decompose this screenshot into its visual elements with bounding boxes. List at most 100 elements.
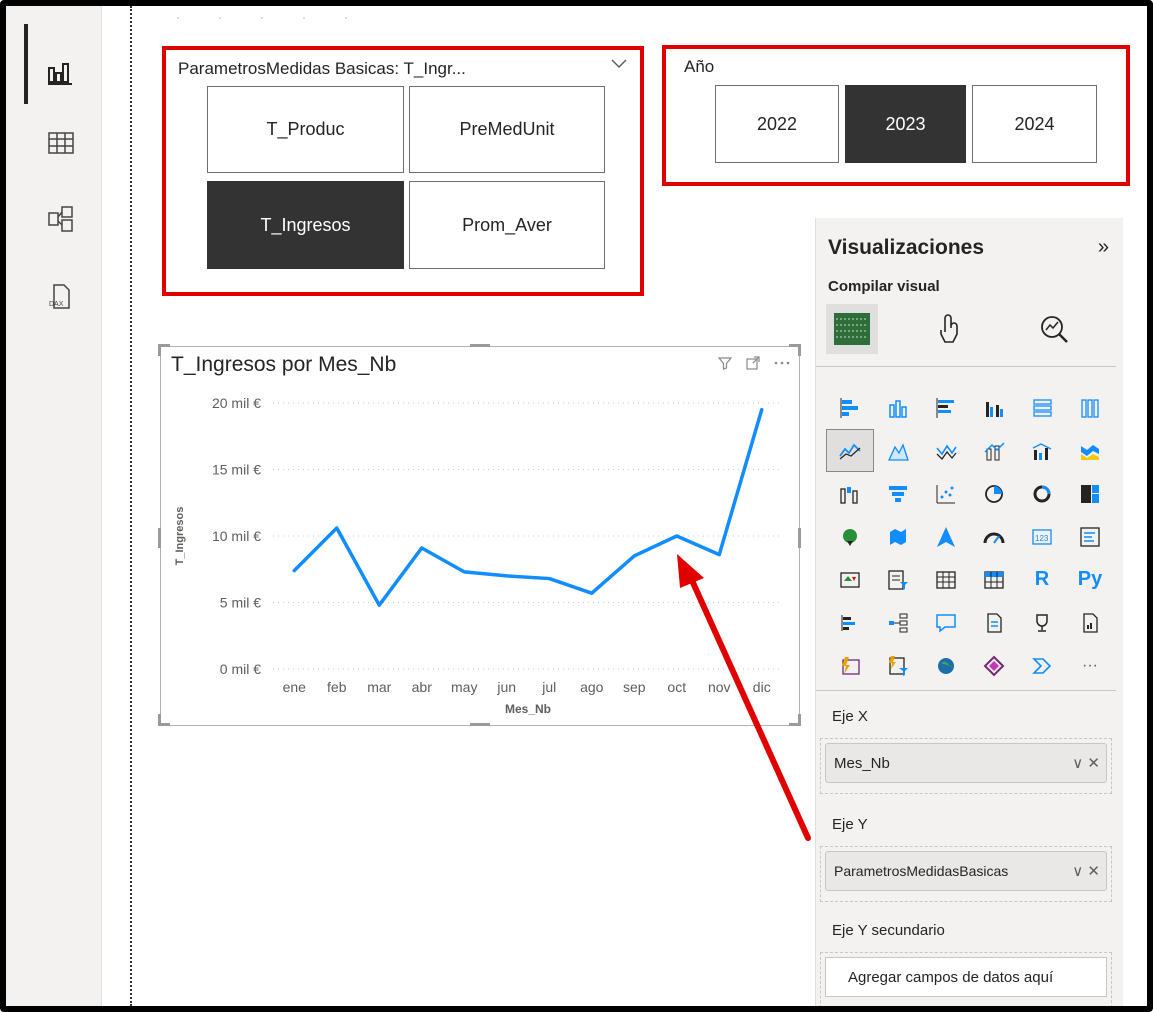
area-chart-icon[interactable]: [874, 429, 922, 472]
metrics-trophy-icon[interactable]: [1018, 601, 1066, 644]
y-tick-label: 10 mil €: [212, 528, 261, 544]
azure-map-icon[interactable]: [922, 515, 970, 558]
field-controls-chevron-close-icon[interactable]: ∨ ✕: [1072, 754, 1100, 772]
slicer-button-t-produc[interactable]: T_Produc: [207, 86, 404, 173]
arcgis-map-icon[interactable]: [922, 644, 970, 687]
dax-query-view-icon[interactable]: DAX: [46, 282, 76, 312]
qa-visual-icon[interactable]: [922, 601, 970, 644]
line-and-stacked-column-chart-icon[interactable]: [970, 429, 1018, 472]
y-axis-well-label: Eje Y: [832, 816, 868, 833]
chevron-visual-icon[interactable]: [1018, 644, 1066, 687]
left-nav-rail: DAX: [6, 6, 102, 1006]
slicer-button-prom-aver[interactable]: Prom_Aver: [409, 181, 605, 269]
x-tick-label: feb: [327, 679, 347, 695]
pane-divider: [816, 690, 1116, 691]
model-view-icon[interactable]: [46, 204, 76, 234]
y-axis-field-name: ParametrosMedidasBasicas: [834, 863, 1009, 879]
multi-row-card-icon[interactable]: [1066, 515, 1114, 558]
resize-handle[interactable]: [158, 528, 161, 548]
clustered-bar-chart-icon[interactable]: [922, 386, 970, 429]
funnel-chart-icon[interactable]: [874, 472, 922, 515]
parameter-slicer-title: ParametrosMedidas Basicas: T_Ingr...: [178, 59, 466, 78]
slicer-button-premedunit[interactable]: PreMedUnit: [409, 86, 605, 173]
100-stacked-column-chart-icon[interactable]: [1066, 386, 1114, 429]
y-tick-label: 5 mil €: [220, 595, 261, 611]
resize-handle[interactable]: [470, 344, 490, 347]
year-button-2024[interactable]: 2024: [972, 85, 1097, 163]
x-axis-title: Mes_Nb: [505, 702, 551, 716]
ribbon-chart-icon[interactable]: [1066, 429, 1114, 472]
stacked-bar-chart-icon[interactable]: [826, 386, 874, 429]
kpi-icon[interactable]: [826, 558, 874, 601]
x-tick-label: ago: [580, 679, 604, 695]
resize-handle[interactable]: [158, 344, 161, 356]
secondary-y-axis-well[interactable]: Agregar campos de datos aquí: [820, 952, 1112, 1008]
x-axis-field[interactable]: Mes_Nb ∨ ✕: [825, 743, 1107, 783]
field-controls-chevron-close-icon[interactable]: ∨ ✕: [1072, 862, 1100, 880]
chevron-down-icon[interactable]: [610, 58, 628, 70]
waterfall-chart-icon[interactable]: [826, 472, 874, 515]
line-chart-icon[interactable]: [826, 429, 874, 472]
resize-handle[interactable]: [798, 344, 801, 356]
gauge-icon[interactable]: [970, 515, 1018, 558]
key-influencers-icon[interactable]: [826, 601, 874, 644]
filled-map-icon[interactable]: [874, 515, 922, 558]
x-tick-label: ene: [283, 679, 307, 695]
canvas-page-border: [130, 6, 132, 1006]
power-apps-icon[interactable]: [826, 644, 874, 687]
x-tick-label: abr: [412, 679, 433, 695]
paginated-report-icon[interactable]: [1066, 601, 1114, 644]
scatter-chart-icon[interactable]: [922, 472, 970, 515]
donut-chart-icon[interactable]: [1018, 472, 1066, 515]
year-button-2022[interactable]: 2022: [715, 85, 839, 163]
format-visual-icon[interactable]: [924, 304, 976, 354]
build-visual-icon[interactable]: [826, 304, 878, 354]
year-button-2023[interactable]: 2023: [845, 85, 966, 163]
pane-divider: [816, 366, 1116, 367]
y-axis-title: T_Ingresos: [174, 507, 186, 566]
power-automate-icon[interactable]: [874, 644, 922, 687]
add-data-fields-placeholder[interactable]: Agregar campos de datos aquí: [825, 957, 1107, 997]
x-tick-label: jun: [496, 679, 516, 695]
slicer-button-t-ingresos[interactable]: T_Ingresos: [207, 181, 404, 269]
pane-title: Visualizaciones: [828, 236, 985, 259]
canvas-top-edge: [177, 17, 347, 19]
y-tick-label: 15 mil €: [212, 462, 261, 478]
clustered-column-chart-icon[interactable]: [970, 386, 1018, 429]
slicer-icon[interactable]: [874, 558, 922, 601]
card-icon[interactable]: 123: [1018, 515, 1066, 558]
stacked-column-chart-icon[interactable]: [874, 386, 922, 429]
stacked-area-chart-icon[interactable]: [922, 429, 970, 472]
100-stacked-bar-chart-icon[interactable]: [1018, 386, 1066, 429]
map-icon[interactable]: [826, 515, 874, 558]
y-tick-label: 20 mil €: [212, 395, 261, 411]
more-visuals-icon[interactable]: ···: [1066, 644, 1114, 687]
treemap-icon[interactable]: [1066, 472, 1114, 515]
r-script-visual-icon[interactable]: R: [1018, 558, 1066, 601]
resize-handle[interactable]: [470, 723, 490, 726]
decomposition-tree-icon[interactable]: [874, 601, 922, 644]
report-view-icon[interactable]: [46, 58, 76, 88]
resize-handle[interactable]: [158, 714, 161, 726]
svg-text:DAX: DAX: [49, 301, 64, 308]
expand-pane-icon[interactable]: »: [1098, 236, 1109, 259]
x-tick-label: mar: [367, 679, 391, 695]
x-tick-label: may: [451, 679, 477, 695]
x-axis-well[interactable]: Mes_Nb ∨ ✕: [820, 738, 1112, 794]
build-visual-label: Compilar visual: [828, 278, 940, 295]
y-tick-label: 0 mil €: [220, 661, 261, 677]
pie-chart-icon[interactable]: [970, 472, 1018, 515]
y-axis-well[interactable]: ParametrosMedidasBasicas ∨ ✕: [820, 846, 1112, 902]
x-tick-label: sep: [623, 679, 646, 695]
table-view-icon[interactable]: [46, 128, 76, 158]
x-axis-well-label: Eje X: [832, 708, 868, 725]
matrix-icon[interactable]: [970, 558, 1018, 601]
table-icon[interactable]: [922, 558, 970, 601]
python-visual-icon[interactable]: Py: [1066, 558, 1114, 601]
smart-narrative-icon[interactable]: [970, 601, 1018, 644]
y-axis-field[interactable]: ParametrosMedidasBasicas ∨ ✕: [825, 851, 1107, 891]
power-apps-diamond-icon[interactable]: [970, 644, 1018, 687]
line-and-clustered-column-chart-icon[interactable]: [1018, 429, 1066, 472]
year-slicer-title: Año: [684, 57, 715, 76]
analytics-icon[interactable]: [1028, 304, 1080, 354]
